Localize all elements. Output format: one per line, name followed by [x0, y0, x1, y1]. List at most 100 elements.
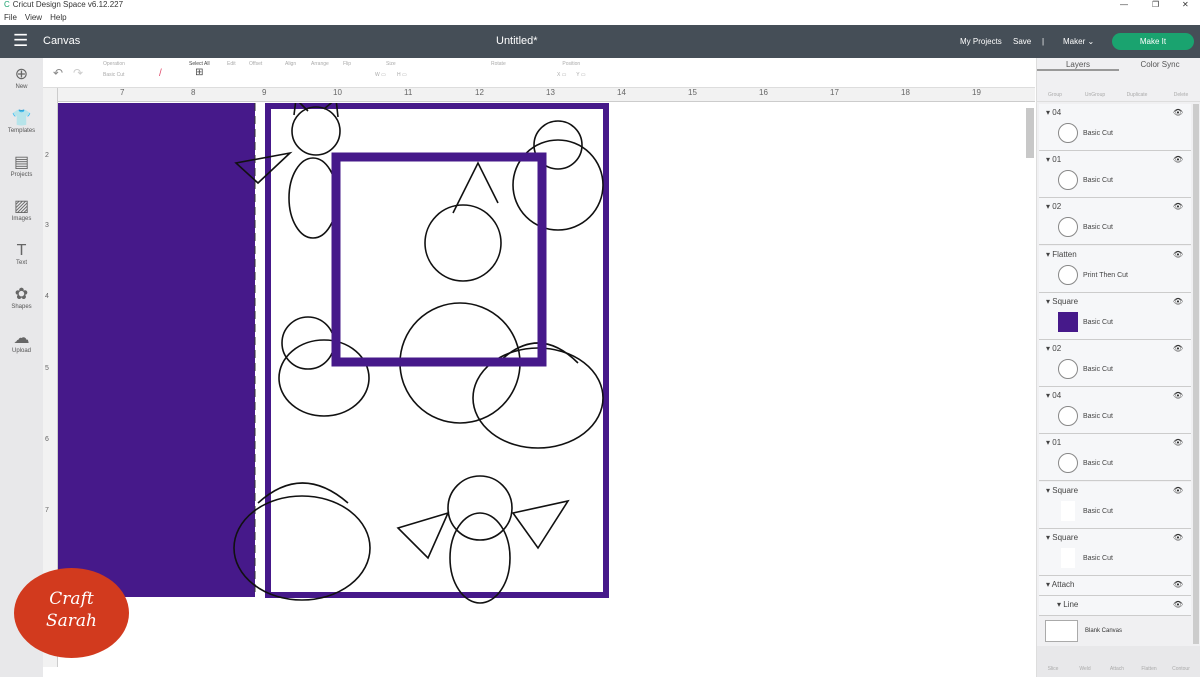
layer-group[interactable]: ▾ 02 👁 Basic Cut	[1039, 340, 1191, 387]
edit-button[interactable]: Edit	[227, 61, 236, 67]
contour-button[interactable]: Contour	[1165, 666, 1197, 672]
redo-icon[interactable]: ↷	[73, 66, 83, 80]
offset-button[interactable]: Offset	[249, 61, 262, 67]
nav-label: Shapes	[11, 304, 32, 310]
app-header: ☰ Canvas Untitled* My Projects Save | Ma…	[0, 25, 1200, 58]
layer-group[interactable]: ▾ 04 👁 Basic Cut	[1039, 104, 1191, 151]
tab-color-sync[interactable]: Color Sync	[1119, 58, 1200, 71]
select-all-button[interactable]: Select All ⊞	[189, 61, 210, 78]
layer-line[interactable]: ▾ Line 👁	[1039, 596, 1191, 616]
x-field[interactable]: X	[557, 72, 560, 78]
purple-card-back[interactable]	[58, 103, 255, 597]
size-label: Size W ▭ H ▭	[375, 61, 407, 78]
nav-shapes[interactable]: ✿ Shapes	[0, 286, 43, 310]
nav-new[interactable]: ⊕ New	[0, 66, 43, 90]
cloud-upload-icon: ☁	[13, 330, 30, 347]
rotate-field[interactable]: Rotate	[491, 61, 506, 67]
delete-button[interactable]: Delete	[1165, 92, 1197, 98]
attach-button[interactable]: Attach	[1101, 666, 1133, 672]
nav-images[interactable]: ▨ Images	[0, 198, 43, 222]
close-button[interactable]: ✕	[1182, 0, 1189, 9]
operation-select[interactable]: Operation Basic Cut	[103, 61, 125, 78]
blank-canvas-label: Blank Canvas	[1085, 628, 1123, 634]
eye-icon[interactable]: 👁	[1173, 600, 1183, 609]
layer-group-attach[interactable]: ▾ Attach 👁	[1039, 576, 1191, 596]
separator: |	[1042, 37, 1045, 46]
nav-projects[interactable]: ▤ Projects	[0, 154, 43, 178]
layer-operation: Basic Cut	[1083, 413, 1113, 421]
nav-text[interactable]: T Text	[0, 242, 43, 266]
eye-icon[interactable]: 👁	[1173, 438, 1183, 447]
height-field[interactable]: H	[397, 72, 401, 78]
minimize-button[interactable]: —	[1120, 0, 1128, 9]
flip-button[interactable]: Flip	[343, 61, 351, 67]
layer-operation: Basic Cut	[1083, 366, 1113, 373]
menu-file[interactable]: File	[4, 13, 17, 22]
nav-label: Text	[15, 260, 27, 266]
layer-group[interactable]: ▾ 04 👁 Basic Cut	[1039, 387, 1191, 435]
blank-canvas-thumb[interactable]	[1045, 620, 1078, 642]
maximize-button[interactable]: ❐	[1152, 0, 1159, 9]
nav-label: New	[15, 84, 28, 90]
layer-group[interactable]: ▾ Square 👁 Basic Cut	[1039, 481, 1191, 529]
nav-upload[interactable]: ☁ Upload	[0, 330, 43, 354]
hamburger-menu-icon[interactable]: ☰	[13, 31, 28, 51]
layer-group[interactable]: ▾ 01 👁 Basic Cut	[1039, 434, 1191, 482]
layer-group[interactable]: ▾ Flatten 👁 Print Then Cut	[1039, 245, 1191, 293]
align-button[interactable]: Align	[285, 61, 296, 67]
layer-group[interactable]: ▾ Square 👁 Basic Cut	[1039, 292, 1191, 340]
ruler-tick: 2	[45, 152, 49, 159]
layer-name: ▾ 01	[1046, 155, 1062, 165]
menu-view[interactable]: View	[25, 13, 42, 22]
ruler-tick: 4	[45, 293, 49, 300]
design-canvas[interactable]	[58, 97, 1035, 667]
tab-layers[interactable]: Layers	[1037, 58, 1119, 71]
eye-icon[interactable]: 👁	[1173, 250, 1183, 259]
duplicate-button[interactable]: Duplicate	[1121, 92, 1153, 98]
ungroup-button[interactable]: UnGroup	[1079, 92, 1111, 98]
pen-color-icon[interactable]: /	[159, 68, 162, 79]
eye-icon[interactable]: 👁	[1173, 155, 1183, 164]
menu-help[interactable]: Help	[50, 13, 66, 22]
layer-group[interactable]: ▾ 02 👁 Basic Cut	[1039, 198, 1191, 246]
arrange-label: Arrange	[311, 61, 329, 67]
layer-name-text: 02	[1052, 202, 1062, 212]
position-text: Position	[562, 61, 581, 67]
tshirt-icon: 👕	[11, 110, 32, 127]
canvas-scrollbar[interactable]	[1026, 108, 1034, 158]
flatten-button[interactable]: Flatten	[1133, 666, 1165, 672]
eye-icon[interactable]: 👁	[1173, 580, 1183, 589]
my-projects-link[interactable]: My Projects	[960, 37, 1002, 46]
undo-icon[interactable]: ↶	[53, 66, 63, 80]
layer-name: ▾ Square	[1046, 296, 1079, 306]
layer-name-text: Square	[1052, 296, 1079, 306]
eye-icon[interactable]: 👁	[1173, 108, 1183, 117]
ruler-tick: 13	[546, 88, 555, 97]
eye-icon[interactable]: 👁	[1173, 344, 1183, 353]
panel-scrollbar[interactable]	[1193, 104, 1199, 644]
arrange-button[interactable]: Arrange	[311, 61, 329, 67]
card-design[interactable]	[58, 97, 1035, 667]
y-field[interactable]: Y	[576, 72, 579, 78]
make-it-button[interactable]: Make It	[1112, 33, 1194, 50]
layer-operation: Basic Cut	[1083, 224, 1113, 232]
save-button[interactable]: Save	[1013, 37, 1031, 46]
width-field[interactable]: W	[375, 72, 380, 78]
eye-icon[interactable]: 👁	[1173, 391, 1183, 400]
layer-group[interactable]: ▾ Square 👁 Basic Cut	[1039, 528, 1191, 576]
eye-icon[interactable]: 👁	[1173, 486, 1183, 495]
menu-bar: File View Help	[0, 13, 1200, 25]
weld-button[interactable]: Weld	[1069, 666, 1101, 672]
layer-group[interactable]: ▾ 01 👁 Basic Cut	[1039, 151, 1191, 199]
layer-name-text: 01	[1052, 438, 1062, 448]
eye-icon[interactable]: 👁	[1173, 533, 1183, 542]
group-button[interactable]: Group	[1039, 92, 1071, 98]
machine-select[interactable]: Maker ⌄	[1063, 37, 1094, 46]
layer-name: ▾ 04	[1046, 108, 1062, 117]
eye-icon[interactable]: 👁	[1173, 297, 1183, 306]
slice-button[interactable]: Slice	[1037, 666, 1069, 672]
ruler-tick: 18	[901, 88, 910, 97]
nav-templates[interactable]: 👕 Templates	[0, 110, 43, 134]
line-label: Line	[1063, 600, 1079, 609]
eye-icon[interactable]: 👁	[1173, 202, 1183, 211]
